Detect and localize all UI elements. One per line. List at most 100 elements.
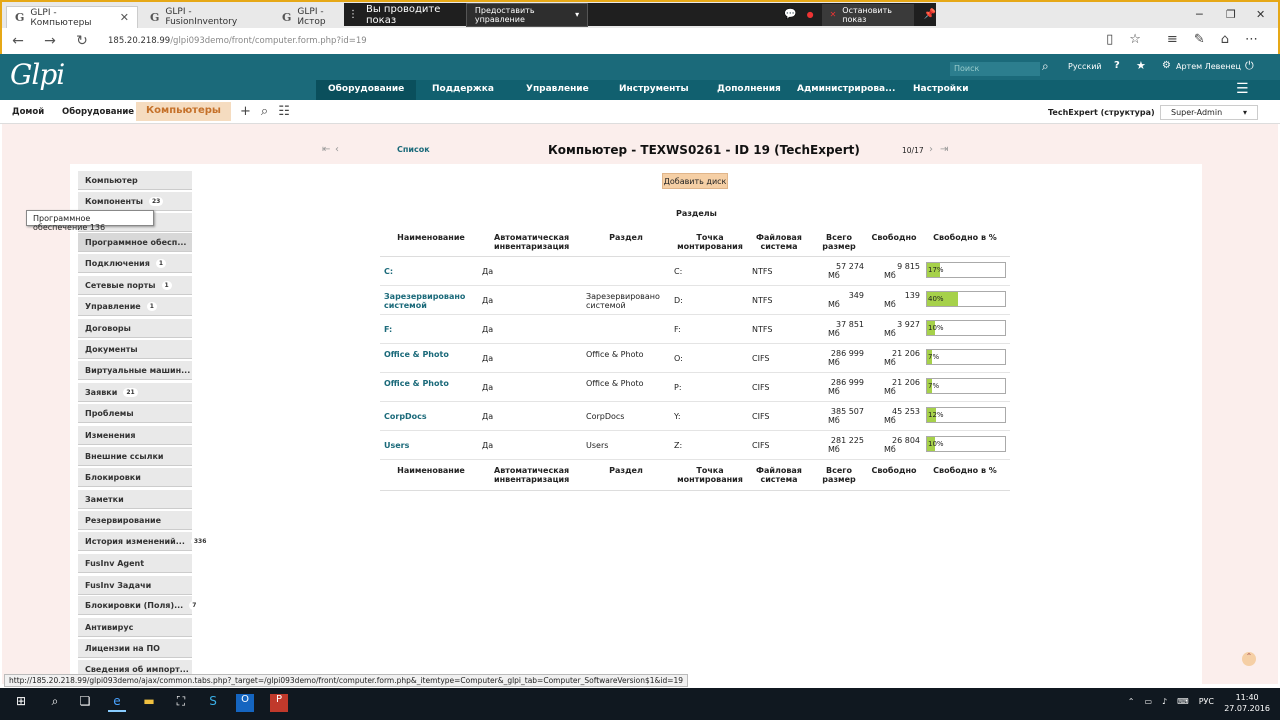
sidebar-item[interactable]: Договоры bbox=[78, 319, 192, 338]
column-header[interactable]: Файловая система bbox=[752, 233, 806, 251]
list-link[interactable]: Список bbox=[397, 145, 430, 154]
sidebar-item[interactable]: Проблемы bbox=[78, 404, 192, 423]
chat-icon[interactable]: 💬 bbox=[784, 9, 796, 20]
hamburger-menu-icon[interactable]: ☰ bbox=[1236, 81, 1249, 97]
language-link[interactable]: Русский bbox=[1068, 62, 1102, 71]
sidebar-item[interactable]: Блокировки (Поля)... 7 bbox=[78, 596, 200, 615]
network-icon[interactable]: ▭ bbox=[1144, 697, 1152, 706]
close-window-icon[interactable]: ✕ bbox=[1256, 8, 1265, 21]
sidebar-item[interactable]: Компьютер bbox=[78, 171, 192, 190]
column-header[interactable]: Свободно в % bbox=[930, 233, 1000, 242]
clock[interactable]: 11:40 27.07.2016 bbox=[1224, 692, 1270, 714]
give-control-button[interactable]: Предоставить управление ▾ bbox=[465, 2, 589, 27]
refresh-icon[interactable]: ↻ bbox=[66, 33, 98, 49]
forward-icon[interactable]: → bbox=[34, 33, 66, 49]
chevron-up-icon[interactable]: ⌃ bbox=[1128, 697, 1135, 706]
disk-name-link[interactable]: Office & Photo bbox=[384, 379, 466, 388]
url-field[interactable]: 185.20.218.99/glpi093demo/front/computer… bbox=[108, 36, 367, 46]
sidebar-item[interactable]: Управление 1 bbox=[78, 297, 192, 316]
keyboard-icon[interactable]: ⌨ bbox=[1177, 697, 1189, 706]
sidebar-item[interactable]: История изменений... 336 bbox=[78, 532, 210, 551]
browser-tab-2[interactable]: G GLPI - Истор bbox=[274, 6, 346, 28]
bookmark-star-icon[interactable]: ★ bbox=[1136, 59, 1146, 72]
previous-record-icon[interactable]: ‹ bbox=[335, 144, 339, 155]
menu-setup[interactable]: Настройки bbox=[913, 84, 969, 94]
user-link[interactable]: Артем Левенец bbox=[1176, 62, 1241, 71]
scroll-top-icon[interactable]: ⌃ bbox=[1242, 652, 1256, 666]
sidebar-item[interactable]: Внешние ссылки bbox=[78, 447, 192, 466]
menu-assistance[interactable]: Поддержка bbox=[432, 84, 494, 94]
search-icon[interactable]: ⌕ bbox=[46, 694, 64, 712]
search-icon[interactable]: ⌕ bbox=[261, 104, 268, 119]
more-icon[interactable]: ⋯ bbox=[1245, 32, 1258, 47]
pin-icon[interactable]: 📌 bbox=[924, 9, 936, 20]
drag-handle-icon[interactable]: ⋮ bbox=[348, 9, 358, 20]
sidebar-item[interactable]: Заявки 21 bbox=[78, 383, 192, 402]
sidebar-item[interactable]: Подключения 1 bbox=[78, 254, 192, 273]
entity-selector[interactable]: TechExpert (структура) bbox=[1048, 108, 1155, 117]
disk-name-link[interactable]: Users bbox=[384, 441, 466, 450]
breadcrumb-section[interactable]: Оборудование bbox=[62, 107, 134, 117]
browser-tab-0[interactable]: G GLPI - Компьютеры ✕ bbox=[6, 6, 138, 28]
list-view-icon[interactable]: ☷ bbox=[278, 104, 290, 119]
column-footer[interactable]: Свободно bbox=[870, 466, 918, 475]
column-footer[interactable]: Точка монтирования bbox=[674, 466, 746, 484]
help-icon[interactable]: ? bbox=[1114, 60, 1120, 71]
sidebar-item[interactable]: Блокировки bbox=[78, 468, 192, 487]
last-record-icon[interactable]: ⇥ bbox=[940, 144, 948, 155]
column-header[interactable]: Раздел bbox=[586, 233, 666, 242]
skype-icon[interactable]: S bbox=[204, 694, 222, 712]
menu-assets[interactable]: Оборудование bbox=[316, 80, 417, 100]
outlook-icon[interactable]: O bbox=[236, 694, 254, 712]
sidebar-item[interactable]: FusInv Agent bbox=[78, 554, 192, 573]
sidebar-item[interactable]: Заметки bbox=[78, 490, 192, 509]
disk-name-link[interactable]: Office & Photo bbox=[384, 350, 466, 359]
share-icon[interactable]: ⌂ bbox=[1221, 32, 1229, 47]
sidebar-item[interactable]: Сетевые порты 1 bbox=[78, 276, 192, 295]
column-footer[interactable]: Наименование bbox=[384, 466, 478, 475]
first-record-icon[interactable]: ⇤ bbox=[322, 144, 330, 155]
web-note-icon[interactable]: ✎ bbox=[1194, 32, 1205, 47]
column-header[interactable]: Наименование bbox=[384, 233, 478, 242]
sidebar-item[interactable]: Резервирование bbox=[78, 511, 192, 530]
column-footer[interactable]: Свободно в % bbox=[930, 466, 1000, 475]
next-record-icon[interactable]: › bbox=[929, 144, 933, 155]
minimize-icon[interactable]: ─ bbox=[1196, 8, 1203, 21]
windows-start-icon[interactable]: ⊞ bbox=[12, 694, 30, 712]
logout-icon[interactable]: ⏻ bbox=[1245, 59, 1254, 73]
file-explorer-icon[interactable]: ▬ bbox=[140, 694, 158, 712]
column-header[interactable]: Автоматическая инвентаризация bbox=[494, 233, 569, 251]
powerpoint-icon[interactable]: P bbox=[270, 694, 288, 712]
menu-plugins[interactable]: Дополнения bbox=[717, 84, 781, 94]
column-footer[interactable]: Файловая система bbox=[752, 466, 806, 484]
language-indicator[interactable]: РУС bbox=[1199, 697, 1214, 706]
task-view-icon[interactable]: ❏ bbox=[76, 694, 94, 712]
add-icon[interactable]: + bbox=[240, 104, 251, 119]
column-header[interactable]: Всего размер bbox=[814, 233, 864, 251]
store-icon[interactable]: ⛶ bbox=[172, 694, 190, 712]
hub-icon[interactable]: ≡ bbox=[1167, 32, 1178, 47]
column-header[interactable]: Свободно bbox=[870, 233, 918, 242]
disk-name-link[interactable]: Зарезервировано системой bbox=[384, 292, 466, 310]
browser-tab-1[interactable]: G GLPI - FusionInventory bbox=[142, 6, 272, 28]
disk-name-link[interactable]: C: bbox=[384, 267, 466, 276]
close-tab-icon[interactable]: ✕ bbox=[120, 11, 129, 24]
sidebar-item[interactable]: Программное обесп... bbox=[78, 233, 192, 252]
sidebar-item[interactable]: Компоненты 23 bbox=[78, 192, 192, 211]
gear-icon[interactable]: ⚙ bbox=[1162, 60, 1171, 71]
sidebar-item[interactable]: Лицензии на ПО bbox=[78, 639, 192, 658]
breadcrumb-home[interactable]: Домой bbox=[12, 107, 44, 117]
favorite-star-icon[interactable]: ☆ bbox=[1129, 32, 1141, 47]
breadcrumb-current[interactable]: Компьютеры bbox=[136, 102, 231, 121]
sidebar-item[interactable]: FusInv Задачи bbox=[78, 576, 192, 595]
sidebar-item[interactable]: Антивирус bbox=[78, 618, 192, 637]
edge-browser-icon[interactable]: e bbox=[108, 694, 126, 712]
menu-management[interactable]: Управление bbox=[526, 84, 589, 94]
sidebar-item[interactable]: Изменения bbox=[78, 426, 192, 445]
disk-name-link[interactable]: F: bbox=[384, 325, 466, 334]
profile-select[interactable]: Super-Admin ▾ bbox=[1160, 105, 1258, 120]
menu-tools[interactable]: Инструменты bbox=[619, 84, 689, 94]
sidebar-item[interactable]: Виртуальные машин... bbox=[78, 361, 192, 380]
add-disk-button[interactable]: Добавить диск bbox=[662, 173, 728, 189]
search-icon[interactable]: ⌕ bbox=[1042, 59, 1049, 74]
